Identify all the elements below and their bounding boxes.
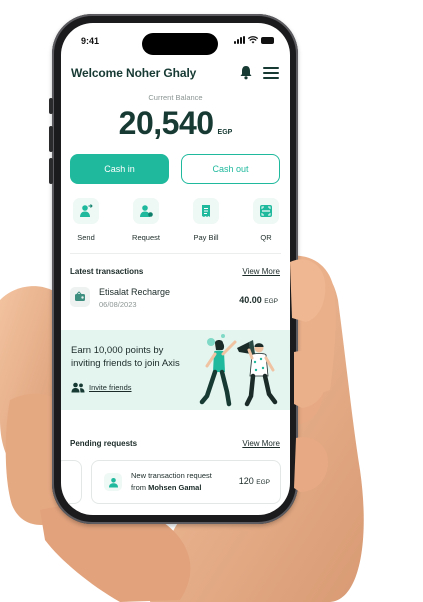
status-time: 9:41 [81,36,100,46]
transaction-currency: EGP [264,298,278,305]
quick-action-qr[interactable]: QR [241,198,290,242]
user-icon [108,477,118,487]
pending-request-amount: 120 EGP [239,476,270,486]
invite-friends-link[interactable]: Invite friends [89,383,132,392]
send-user-icon [80,204,93,217]
quick-action-request[interactable]: Request [121,198,171,242]
pending-request-from: from Mohsen Gamal [131,483,201,492]
pending-request-currency: EGP [256,479,270,486]
bill-icon [202,205,210,217]
pending-request-card-partial[interactable] [61,460,82,504]
cash-in-button[interactable]: Cash in [70,154,169,184]
users-icon [71,382,85,393]
battery-icon [261,36,274,44]
transaction-icon-box [70,287,90,307]
balance-amount: 20,540 [118,105,214,141]
transaction-amount-value: 40.00 [239,295,262,305]
divider [70,253,281,254]
quick-action-send[interactable]: Send [61,198,111,242]
people-high-five-illustration [199,334,278,407]
invite-banner: Earn 10,000 points by inviting friends t… [61,330,290,410]
status-icons [234,36,274,44]
pending-requests-title: Pending requests [70,439,138,448]
pending-requests-view-more-link[interactable]: View More [242,439,280,448]
invite-banner-text: Earn 10,000 points by inviting friends t… [71,345,180,369]
quick-action-label: Request [132,233,160,242]
latest-transactions-view-more-link[interactable]: View More [242,267,280,276]
pending-request-card[interactable]: New transaction request from Mohsen Gama… [91,460,281,504]
pending-request-sender: Mohsen Gamal [148,483,202,492]
pending-request-title: New transaction request [131,471,212,480]
quick-action-label: Pay Bill [193,233,219,242]
latest-transactions-title: Latest transactions [70,267,144,276]
phone-side-button [49,126,53,152]
bell-icon[interactable] [239,65,253,80]
phone-side-button [49,158,53,184]
quick-action-pay-bill[interactable]: Pay Bill [181,198,231,242]
transaction-name: Etisalat Recharge [99,287,171,297]
pending-request-from-prefix: from [131,483,146,492]
balance-label: Current Balance [148,93,203,102]
quick-action-label: Send [77,233,95,242]
phone-side-button [49,98,53,114]
cash-out-button[interactable]: Cash out [181,154,280,184]
dynamic-island [142,33,218,55]
balance-display: 20,540 EGP [61,105,290,142]
signal-icon [234,36,245,44]
app-screen: 9:41 Welcome Noher Ghaly Current Balance… [61,23,290,515]
wifi-icon [248,36,258,44]
transaction-amount: 40.00 EGP [239,295,278,305]
pending-request-amount-value: 120 [238,476,254,486]
request-user-icon [140,205,153,217]
quick-action-label: QR [260,233,272,242]
balance-currency: EGP [217,129,233,136]
qr-scan-icon [260,205,272,217]
hamburger-menu-icon[interactable] [263,67,279,79]
transaction-date: 06/08/2023 [99,300,137,309]
welcome-title: Welcome Noher Ghaly [71,66,197,80]
recharge-icon [75,291,85,301]
